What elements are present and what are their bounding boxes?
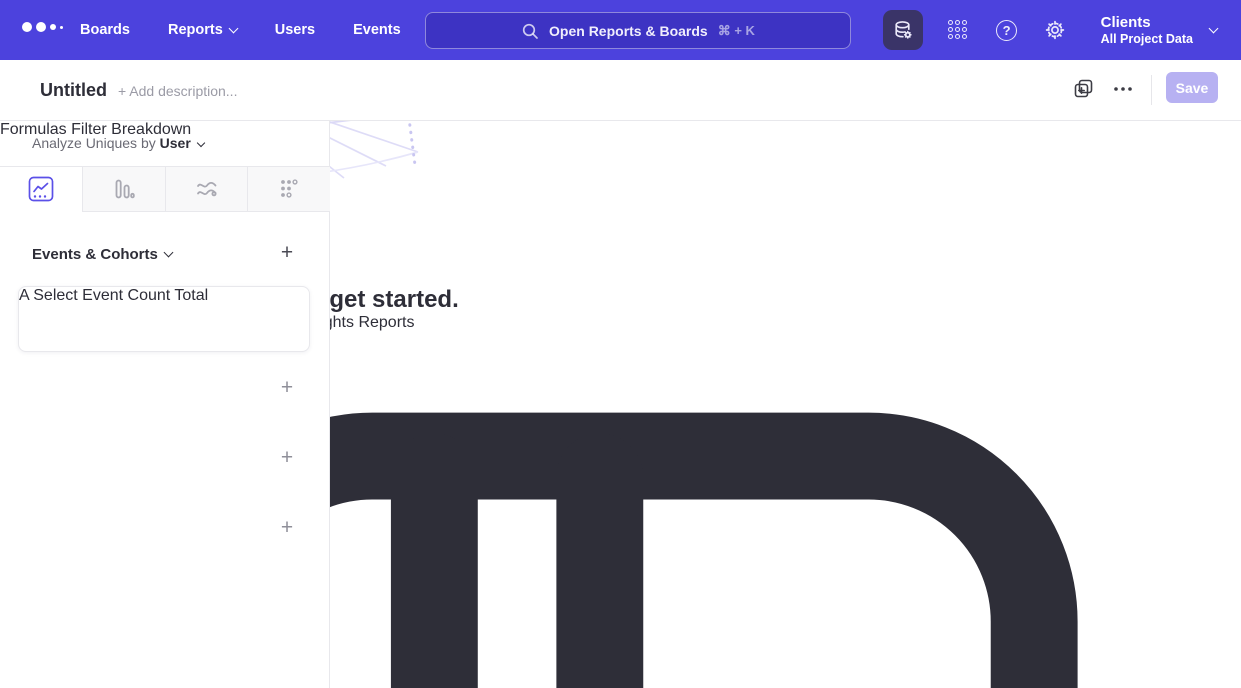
ellipsis-icon xyxy=(1112,79,1134,99)
query-builder-sidebar: Analyze Uniques by User xyxy=(0,121,330,688)
nav-item-label: Boards xyxy=(80,22,130,38)
tab-insights-line[interactable] xyxy=(0,167,82,212)
duplicate-button[interactable] xyxy=(1073,78,1094,104)
nav-right-cluster: ? Clients All Project Data xyxy=(883,0,1241,60)
nav-item-users[interactable]: Users xyxy=(275,22,315,38)
analyze-prefix-label: Analyze Uniques by xyxy=(32,135,156,151)
copy-plus-icon xyxy=(1073,78,1094,99)
analyze-value: User xyxy=(160,135,191,151)
chevron-down-icon[interactable] xyxy=(1209,23,1219,33)
line-chart-tab-icon xyxy=(28,176,54,202)
add-event-button[interactable]: + xyxy=(277,243,297,263)
help-icon: ? xyxy=(996,20,1017,41)
section-title: Events & Cohorts xyxy=(32,246,158,263)
save-button[interactable]: Save xyxy=(1166,72,1218,103)
help-button[interactable]: ? xyxy=(987,10,1027,50)
data-management-button[interactable] xyxy=(883,10,923,50)
add-formula-button[interactable]: + xyxy=(277,378,297,398)
gear-icon xyxy=(1044,19,1066,41)
report-header: Untitled + Add description... Save xyxy=(0,60,1241,121)
search-shortcut: ⌘ + K xyxy=(718,23,755,39)
more-options-button[interactable] xyxy=(1112,79,1134,104)
database-gear-icon xyxy=(892,19,914,41)
settings-button[interactable] xyxy=(1035,10,1075,50)
bar-chart-tab-icon xyxy=(112,177,136,201)
header-divider xyxy=(1151,75,1152,105)
add-filter-button[interactable]: + xyxy=(277,448,297,468)
chevron-down-icon xyxy=(228,23,238,33)
project-scope: All Project Data xyxy=(1101,32,1193,47)
grid-icon xyxy=(948,20,969,41)
tab-retention-grid[interactable] xyxy=(247,167,330,212)
mixpanel-logo-icon[interactable] xyxy=(22,22,63,32)
chart-type-tabstrip xyxy=(0,166,330,212)
add-description-field[interactable]: + Add description... xyxy=(118,83,237,99)
event-letter-badge: A xyxy=(19,287,29,304)
search-icon xyxy=(521,22,539,40)
global-search-input[interactable]: Open Reports & Boards ⌘ + K xyxy=(425,12,851,49)
search-placeholder: Open Reports & Boards xyxy=(549,23,708,39)
dots-grid-tab-icon xyxy=(277,177,301,201)
nav-item-label: Events xyxy=(353,22,401,38)
events-cohorts-section-header[interactable]: Events & Cohorts xyxy=(32,246,172,263)
project-name: Clients xyxy=(1101,14,1193,32)
event-card[interactable]: A Select Event Count Total xyxy=(18,286,310,352)
select-event-label[interactable]: Select Event xyxy=(33,287,123,304)
nav-item-events[interactable]: Events xyxy=(353,22,401,38)
analyze-value-dropdown[interactable]: User xyxy=(160,135,204,151)
chevron-down-icon xyxy=(163,248,173,258)
add-breakdown-button[interactable]: + xyxy=(277,518,297,538)
nav-item-boards[interactable]: Boards xyxy=(80,22,130,38)
nav-item-label: Users xyxy=(275,22,315,38)
nav-item-label: Reports xyxy=(168,22,223,38)
flows-tab-icon xyxy=(194,177,219,202)
report-title[interactable]: Untitled xyxy=(40,80,107,101)
analyze-uniques-row: Analyze Uniques by User xyxy=(32,135,204,151)
apps-grid-button[interactable] xyxy=(939,10,979,50)
top-navigation-bar: Boards Reports Users Events Open Reports… xyxy=(0,0,1241,60)
primary-nav: Boards Reports Users Events xyxy=(80,0,401,60)
count-total-label[interactable]: Count Total xyxy=(128,287,209,304)
chevron-down-icon xyxy=(197,139,205,147)
tab-flows[interactable] xyxy=(165,167,248,212)
tab-bar-chart[interactable] xyxy=(82,167,165,212)
project-selector[interactable]: Clients All Project Data xyxy=(1101,14,1193,47)
nav-item-reports[interactable]: Reports xyxy=(168,22,237,38)
